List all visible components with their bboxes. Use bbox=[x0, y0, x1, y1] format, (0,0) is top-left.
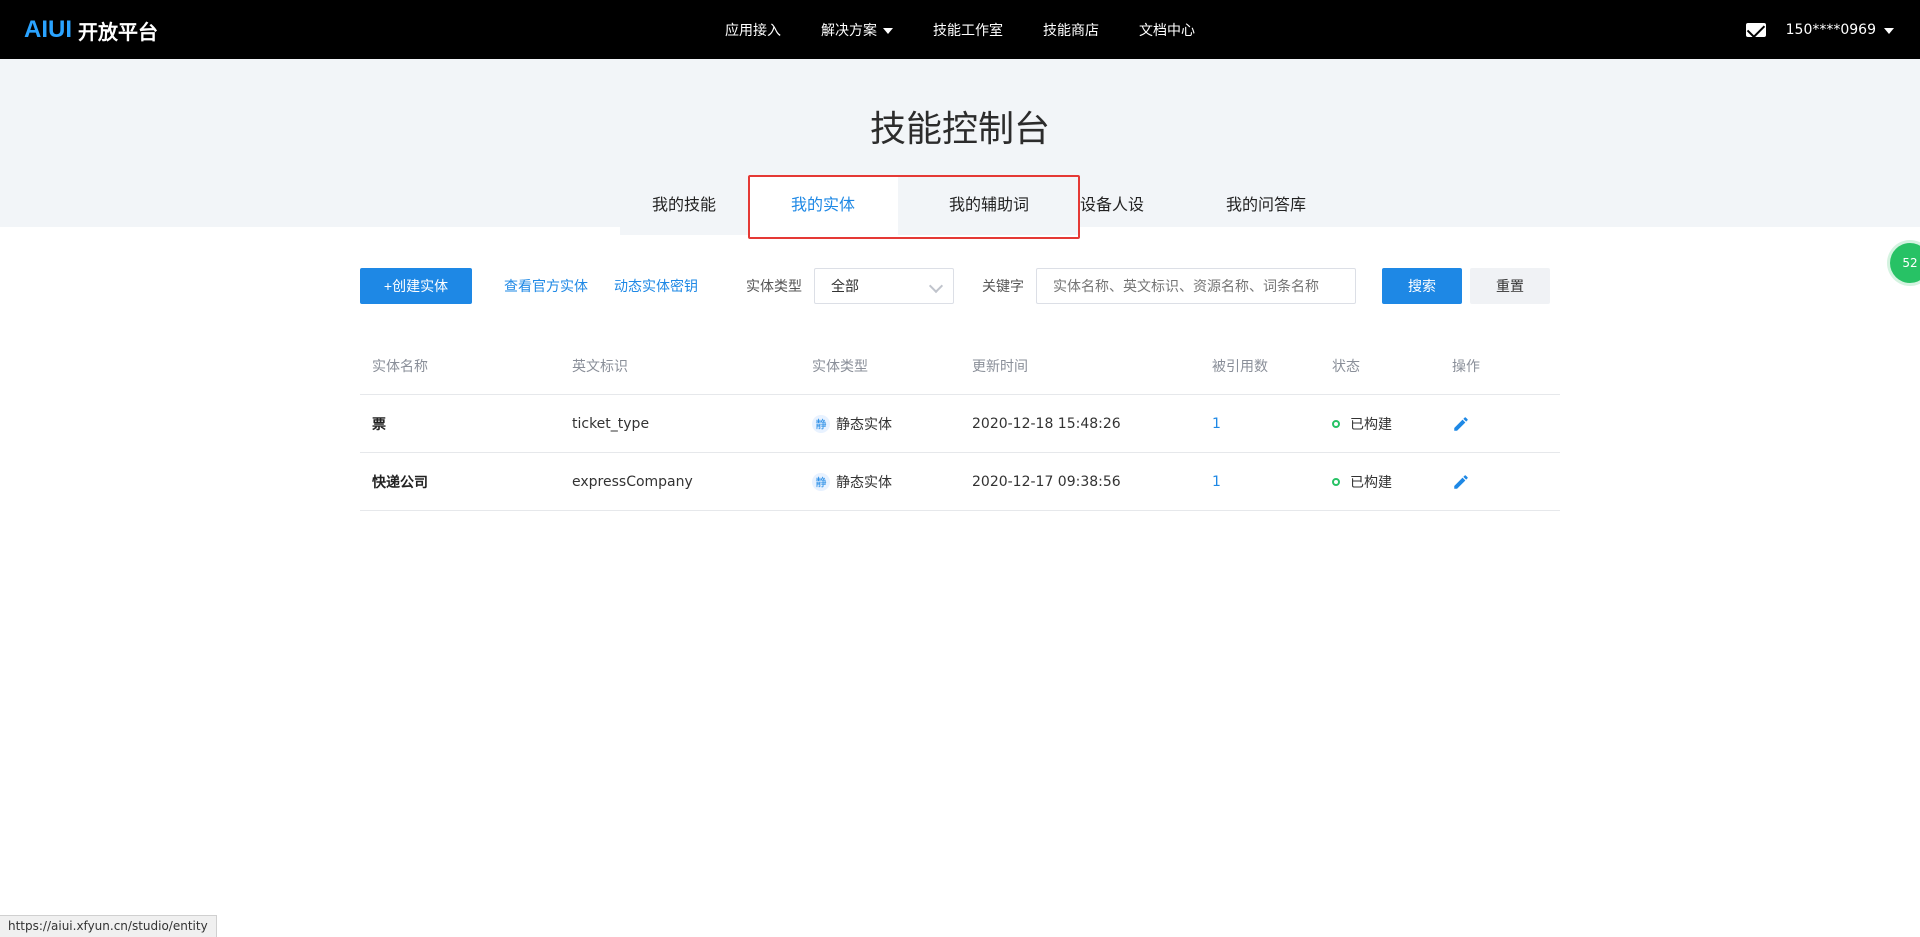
table-row: 票 ticket_type 静 静态实体 2020-12-18 15:48:26… bbox=[360, 395, 1560, 453]
entity-type-cell: 静 静态实体 bbox=[812, 453, 892, 511]
entity-name[interactable]: 票 bbox=[372, 395, 386, 453]
ref-count-link[interactable]: 1 bbox=[1212, 416, 1221, 432]
ref-count[interactable]: 1 bbox=[1212, 395, 1221, 453]
ref-count[interactable]: 1 bbox=[1212, 453, 1221, 511]
official-entities-link[interactable]: 查看官方实体 bbox=[504, 276, 588, 296]
entity-english-id: ticket_type bbox=[572, 416, 650, 432]
edit-icon[interactable] bbox=[1452, 473, 1470, 491]
dynamic-entity-key-link[interactable]: 动态实体密钥 bbox=[614, 276, 698, 296]
static-entity-icon: 静 bbox=[812, 473, 830, 491]
actions-cell bbox=[1452, 395, 1470, 453]
entity-type-text: 静态实体 bbox=[836, 475, 892, 491]
status-dot bbox=[1332, 478, 1340, 486]
nav-item-app-access[interactable]: 应用接入 bbox=[725, 20, 781, 40]
tab-label: 我的辅助词 bbox=[948, 195, 1029, 214]
user-menu[interactable]: 150****0969 bbox=[1786, 22, 1894, 38]
tab-my-skills[interactable]: 我的技能 bbox=[620, 175, 748, 235]
ref-count-link[interactable]: 1 bbox=[1212, 474, 1221, 490]
entity-table: 实体名称 英文标识 实体类型 更新时间 被引用数 状态 操作 票 ticket_… bbox=[360, 337, 1560, 511]
actions-cell bbox=[1452, 453, 1470, 511]
nav-item-docs[interactable]: 文档中心 bbox=[1139, 20, 1195, 40]
user-phone: 150****0969 bbox=[1785, 21, 1876, 38]
bubble-text: 52 bbox=[1902, 256, 1918, 270]
status-url-bar: https://aiui.xfyun.cn/studio/entity bbox=[0, 915, 217, 937]
top-navigation-bar: AIUI 开放平台 应用接入 解决方案 技能工作室 技能商店 文档中心 150*… bbox=[0, 0, 1920, 59]
tab-label: 设备人设 bbox=[1080, 195, 1145, 214]
select-value: 全部 bbox=[831, 279, 859, 295]
chevron-down-icon bbox=[1884, 27, 1894, 34]
logo-brand: AIUI bbox=[24, 16, 72, 43]
nav-item-label: 解决方案 bbox=[821, 22, 877, 39]
page-title: 技能控制台 bbox=[869, 109, 1050, 150]
reset-button[interactable]: 重置 bbox=[1470, 268, 1550, 304]
logo[interactable]: AIUI 开放平台 bbox=[24, 16, 158, 44]
console-tabs: 我的技能 我的实体 我的辅助词 设备人设 我的问答库 bbox=[0, 175, 1920, 235]
col-entity-name: 实体名称 bbox=[372, 359, 428, 375]
entity-type-text: 静态实体 bbox=[836, 417, 892, 433]
floating-assistant-bubble[interactable]: 52 bbox=[1890, 243, 1920, 283]
tab-device-persona[interactable]: 设备人设 bbox=[1080, 175, 1144, 235]
entity-toolbar: +创建实体 查看官方实体 动态实体密钥 实体类型 全部 关键字 搜索 重置 bbox=[360, 268, 1560, 306]
updated-time: 2020-12-18 15:48:26 bbox=[972, 416, 1121, 432]
updated-time: 2020-12-17 09:38:56 bbox=[972, 474, 1121, 490]
table-header: 实体名称 英文标识 实体类型 更新时间 被引用数 状态 操作 bbox=[360, 337, 1560, 395]
main-nav: 应用接入 解决方案 技能工作室 技能商店 文档中心 bbox=[725, 0, 1235, 59]
status-text: 已构建 bbox=[1350, 475, 1392, 491]
status-dot bbox=[1332, 420, 1340, 428]
keyword-label: 关键字 bbox=[982, 279, 1024, 295]
tab-label: 我的实体 bbox=[790, 195, 855, 214]
tab-my-aux-words[interactable]: 我的辅助词 bbox=[898, 175, 1080, 235]
nav-item-solutions[interactable]: 解决方案 bbox=[821, 20, 893, 40]
status-cell: 已构建 bbox=[1332, 453, 1392, 511]
chevron-down-icon bbox=[883, 27, 893, 34]
nav-item-skill-store[interactable]: 技能商店 bbox=[1043, 20, 1099, 40]
tab-label: 我的问答库 bbox=[1225, 195, 1306, 214]
create-entity-button[interactable]: +创建实体 bbox=[360, 268, 472, 304]
col-entity-type: 实体类型 bbox=[812, 359, 868, 375]
nav-item-label: 技能工作室 bbox=[933, 22, 1003, 39]
static-entity-icon: 静 bbox=[812, 415, 830, 433]
chevron-down-icon bbox=[928, 278, 944, 294]
nav-item-label: 技能商店 bbox=[1043, 22, 1099, 39]
nav-item-skill-studio[interactable]: 技能工作室 bbox=[933, 20, 1003, 40]
entity-name[interactable]: 快递公司 bbox=[372, 453, 428, 511]
keyword-input[interactable] bbox=[1036, 268, 1356, 304]
search-button[interactable]: 搜索 bbox=[1382, 268, 1462, 304]
col-ref-count: 被引用数 bbox=[1212, 359, 1268, 375]
col-english-id: 英文标识 bbox=[572, 359, 628, 375]
status-text: 已构建 bbox=[1350, 417, 1392, 433]
nav-item-label: 应用接入 bbox=[725, 22, 781, 39]
entity-type-select[interactable]: 全部 bbox=[814, 268, 954, 304]
entity-type-label: 实体类型 bbox=[746, 279, 802, 295]
mail-icon[interactable] bbox=[1745, 22, 1766, 37]
logo-rest: 开放平台 bbox=[78, 19, 158, 44]
entity-type-cell: 静 静态实体 bbox=[812, 395, 892, 453]
tab-label: 我的技能 bbox=[651, 195, 716, 214]
col-actions: 操作 bbox=[1452, 359, 1480, 375]
tab-my-entities[interactable]: 我的实体 bbox=[748, 175, 898, 235]
top-right: 150****0969 bbox=[1745, 0, 1894, 59]
col-updated-time: 更新时间 bbox=[972, 359, 1028, 375]
entity-english-id: expressCompany bbox=[572, 474, 693, 490]
table-row: 快递公司 expressCompany 静 静态实体 2020-12-17 09… bbox=[360, 453, 1560, 511]
status-cell: 已构建 bbox=[1332, 395, 1392, 453]
edit-icon[interactable] bbox=[1452, 415, 1470, 433]
nav-item-label: 文档中心 bbox=[1139, 22, 1195, 39]
col-status: 状态 bbox=[1332, 359, 1360, 375]
tab-my-qa-library[interactable]: 我的问答库 bbox=[1206, 175, 1326, 235]
